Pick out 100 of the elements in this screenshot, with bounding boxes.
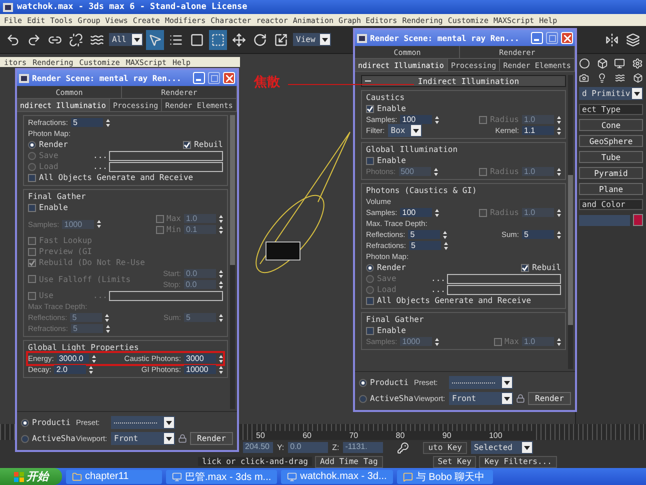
close-button[interactable] — [223, 72, 235, 84]
spinner-arrows-icon[interactable] — [444, 242, 448, 250]
name-field[interactable] — [579, 214, 630, 226]
camera-icon[interactable] — [579, 73, 589, 83]
viewport-dropdown[interactable]: Front — [111, 432, 175, 445]
path-field[interactable] — [109, 290, 223, 300]
spinner-arrows-icon[interactable] — [105, 314, 110, 322]
spinner-arrows-icon[interactable] — [218, 280, 223, 288]
spinner-arrows-icon[interactable] — [435, 208, 440, 216]
spinner-arrows-icon[interactable] — [219, 314, 223, 322]
path-field[interactable] — [447, 284, 561, 294]
selection-filter-dropdown[interactable]: All — [109, 33, 143, 46]
spinner-arrows-icon[interactable] — [435, 338, 440, 346]
spinner-arrows-icon[interactable] — [557, 126, 561, 134]
x-coordinate-field[interactable]: 204.50 — [243, 442, 273, 453]
spinner-arrows-icon[interactable] — [557, 168, 561, 176]
color-swatch[interactable] — [633, 214, 643, 226]
primitive-button[interactable]: Tube — [579, 151, 643, 163]
box-icon[interactable] — [633, 73, 643, 83]
preset-dropdown[interactable] — [449, 376, 513, 389]
close-button[interactable] — [561, 32, 573, 44]
number-field[interactable]: 2.0 — [54, 365, 86, 374]
checkbox[interactable] — [366, 326, 374, 334]
number-field[interactable]: 100 — [400, 208, 432, 217]
spinner-arrows-icon[interactable] — [92, 354, 96, 362]
number-field[interactable]: 5 — [408, 230, 440, 239]
settings-icon[interactable] — [632, 58, 643, 69]
sphere-icon[interactable] — [579, 58, 590, 69]
taskbar-button[interactable]: watchok.max - 3d... — [281, 470, 393, 484]
primitive-button[interactable]: Pyramid — [579, 167, 643, 179]
number-field[interactable]: 3000 — [184, 354, 216, 363]
spinner-arrows-icon[interactable] — [557, 338, 561, 346]
lock-icon[interactable] — [178, 434, 187, 443]
number-field[interactable]: 1.1 — [522, 126, 554, 135]
rollout-header[interactable]: Indirect Illumination — [361, 75, 566, 87]
spinner-arrows-icon[interactable] — [219, 354, 223, 362]
spinner-arrows-icon[interactable] — [557, 208, 561, 216]
render-button[interactable]: Render — [528, 392, 571, 405]
key-filters-button[interactable]: Key Filters... — [479, 456, 557, 468]
scrollbar[interactable] — [230, 115, 235, 409]
primitive-button[interactable]: Plane — [579, 183, 643, 195]
path-field[interactable] — [109, 150, 223, 160]
radio-button[interactable] — [21, 418, 29, 426]
checkbox[interactable] — [366, 104, 374, 112]
crossing-button[interactable] — [209, 30, 227, 50]
radio-button[interactable] — [28, 140, 36, 148]
number-field[interactable]: 10000 — [184, 365, 216, 374]
spinner-arrows-icon[interactable] — [557, 116, 561, 124]
number-field[interactable]: 5 — [409, 241, 442, 250]
spinner-arrows-icon[interactable] — [106, 324, 110, 332]
box-icon[interactable] — [596, 58, 608, 69]
spinner-arrows-icon[interactable] — [219, 226, 223, 234]
rollout-title[interactable]: and Color — [579, 199, 643, 210]
spinner-arrows-icon[interactable] — [434, 168, 438, 176]
checkbox[interactable] — [366, 296, 374, 304]
checkbox[interactable] — [28, 174, 36, 182]
y-coordinate-field[interactable]: 0.0 — [288, 442, 328, 453]
collapse-icon[interactable] — [365, 78, 371, 84]
browse-button[interactable]: ... — [93, 162, 108, 171]
set-key-button[interactable]: Set Key — [432, 456, 476, 468]
add-time-tag-button[interactable]: Add Time Tag — [314, 456, 383, 468]
radio-button[interactable] — [21, 434, 29, 442]
number-field[interactable]: 100 — [400, 115, 432, 124]
primitive-button[interactable]: GeoSphere — [579, 135, 643, 147]
primitive-button[interactable]: Cone — [579, 119, 643, 131]
spinner-arrows-icon[interactable] — [435, 116, 440, 124]
preset-dropdown[interactable] — [111, 416, 175, 429]
spinner-arrows-icon[interactable] — [106, 118, 110, 126]
number-field[interactable]: 5 — [71, 118, 104, 127]
path-field[interactable] — [447, 274, 561, 284]
viewport-dropdown[interactable]: Front — [449, 392, 513, 405]
coordinate-system-dropdown[interactable]: View — [293, 33, 331, 46]
spinner-arrows-icon[interactable] — [97, 220, 102, 228]
monitor-icon[interactable] — [614, 58, 626, 69]
checkbox[interactable] — [366, 156, 374, 164]
category-dropdown[interactable]: d Primitiv — [579, 87, 643, 100]
key-icon[interactable] — [397, 442, 410, 454]
spinner-arrows-icon[interactable] — [443, 230, 448, 238]
browse-button[interactable]: ... — [93, 151, 108, 160]
minimize-button[interactable] — [193, 72, 205, 84]
radio-button[interactable] — [359, 378, 367, 386]
checkbox[interactable] — [28, 204, 36, 212]
path-field[interactable] — [109, 162, 223, 172]
taskbar-button[interactable]: 与 Bobo 聊天中 — [396, 470, 493, 484]
spinner-arrows-icon[interactable] — [219, 270, 223, 278]
minimize-button[interactable] — [531, 32, 543, 44]
checkbox[interactable] — [521, 264, 530, 272]
spinner-arrows-icon[interactable] — [219, 366, 223, 374]
browse-button[interactable]: ... — [431, 274, 446, 283]
filter-dropdown[interactable]: Box — [388, 124, 422, 137]
select-button[interactable] — [146, 30, 164, 50]
rollout-title[interactable]: ect Type — [579, 104, 643, 115]
radio-button[interactable] — [359, 394, 367, 402]
lock-icon[interactable] — [516, 394, 525, 403]
spinner-arrows-icon[interactable] — [219, 214, 223, 222]
render-button[interactable]: Render — [190, 432, 233, 445]
number-field[interactable]: 5 — [522, 230, 554, 239]
auto-key-button[interactable]: uto Key — [423, 442, 467, 454]
taskbar-button[interactable]: chapter11 — [66, 470, 162, 484]
radio-button[interactable] — [366, 264, 374, 272]
